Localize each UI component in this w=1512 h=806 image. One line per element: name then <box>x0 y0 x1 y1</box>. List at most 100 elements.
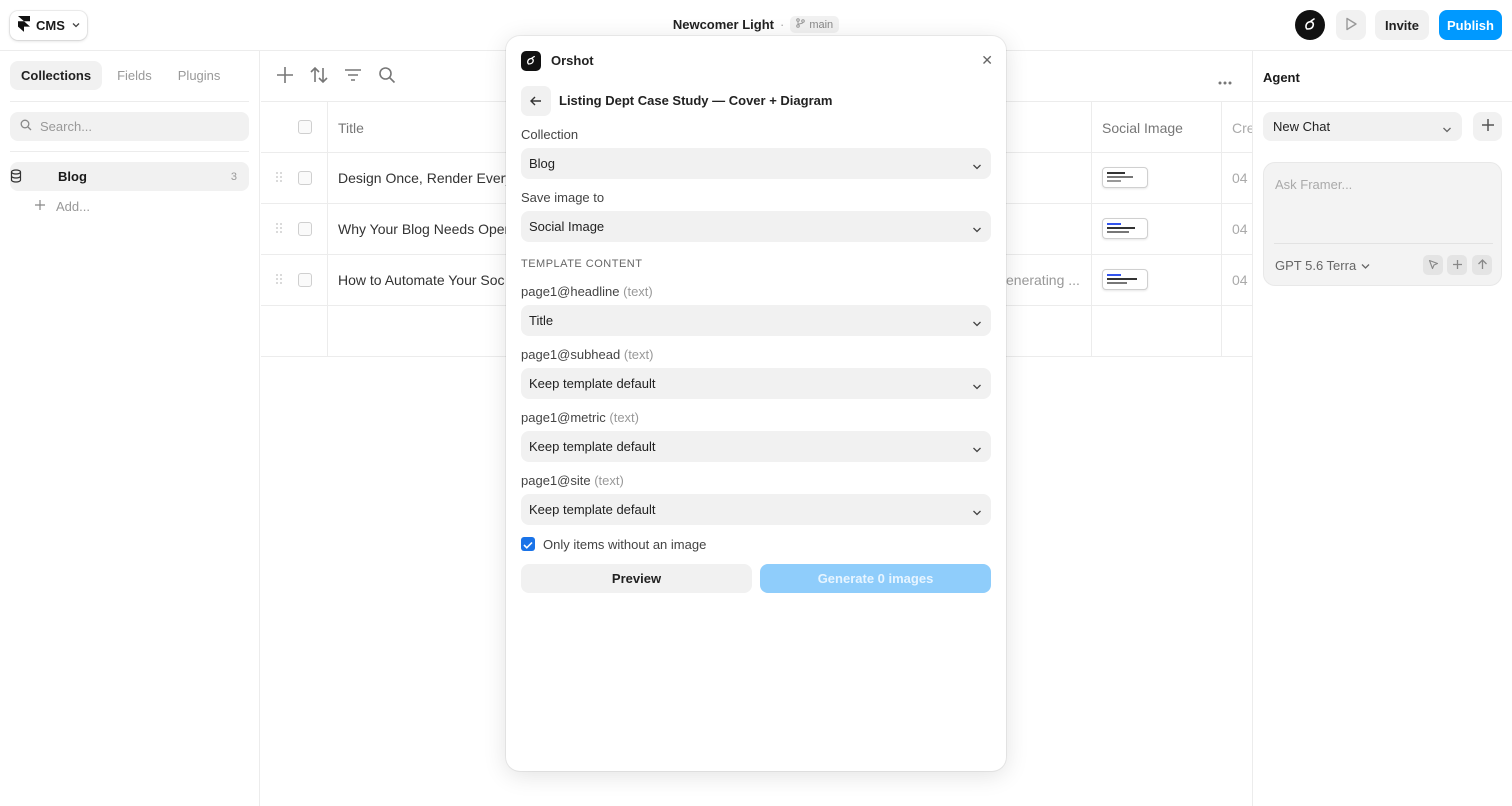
ask-input[interactable]: Ask Framer... GPT 5.6 Terra <box>1263 162 1502 286</box>
template-content-section-title: TEMPLATE CONTENT <box>521 258 643 270</box>
model-name: GPT 5.6 Terra <box>1275 258 1357 273</box>
field-label-metric: page1@metric (text) <box>521 410 639 425</box>
branch-badge[interactable]: main <box>790 16 840 33</box>
tab-plugins[interactable]: Plugins <box>167 61 232 90</box>
branch-name: main <box>809 18 834 31</box>
divider <box>1274 243 1493 244</box>
only-without-image-checkbox[interactable] <box>521 537 535 551</box>
row-checkbox[interactable] <box>298 171 312 185</box>
collection-name: Blog <box>58 169 87 184</box>
row-title[interactable]: Design Once, Render Every <box>338 170 508 186</box>
only-without-image-label[interactable]: Only items without an image <box>543 537 706 552</box>
cursor-tool-button[interactable] <box>1423 255 1443 275</box>
chevron-down-icon <box>972 316 982 331</box>
add-collection-button[interactable]: Add... <box>34 199 90 214</box>
divider <box>1253 101 1512 102</box>
field-label-headline: page1@headline (text) <box>521 284 653 299</box>
row-title[interactable]: Why Your Blog Needs Oper <box>338 221 508 237</box>
orshot-plugin-icon[interactable] <box>1295 10 1325 40</box>
orshot-logo-icon <box>521 51 541 71</box>
chevron-down-icon <box>972 442 982 457</box>
sort-icon[interactable] <box>310 66 328 87</box>
sidebar-tabs: Collections Fields Plugins <box>10 61 231 90</box>
metric-select[interactable]: Keep template default <box>521 431 991 462</box>
more-options-icon[interactable] <box>1218 73 1232 88</box>
chevron-down-icon <box>972 159 982 174</box>
social-image-thumbnail[interactable] <box>1102 167 1148 188</box>
plus-icon <box>34 199 46 214</box>
drag-handle-icon[interactable] <box>276 223 284 235</box>
agent-panel: Agent New Chat Ask Framer... GPT 5.6 Ter… <box>1252 51 1512 806</box>
select-all-checkbox[interactable] <box>298 120 312 134</box>
chevron-down-icon <box>972 222 982 237</box>
generate-images-button[interactable]: Generate 0 images <box>760 564 991 593</box>
arrow-left-icon <box>530 94 542 109</box>
tab-collections[interactable]: Collections <box>10 61 103 90</box>
subhead-select-value: Keep template default <box>529 376 656 391</box>
row-title[interactable]: How to Automate Your Soc <box>338 272 508 288</box>
add-item-icon[interactable] <box>276 66 294 87</box>
search-placeholder: Search... <box>40 119 93 134</box>
field-type-hint: (text) <box>623 284 653 299</box>
column-header-title[interactable]: Title <box>338 120 364 136</box>
site-select[interactable]: Keep template default <box>521 494 991 525</box>
row-status: enerating ... <box>1006 272 1080 288</box>
row-checkbox[interactable] <box>298 222 312 236</box>
back-button[interactable] <box>521 86 551 116</box>
publish-button[interactable]: Publish <box>1439 10 1502 40</box>
social-image-thumbnail[interactable] <box>1102 218 1148 239</box>
field-label-subhead: page1@subhead (text) <box>521 347 653 362</box>
metric-select-value: Keep template default <box>529 439 656 454</box>
subhead-select[interactable]: Keep template default <box>521 368 991 399</box>
document-title[interactable]: Newcomer Light <box>673 17 774 32</box>
site-select-value: Keep template default <box>529 502 656 517</box>
divider <box>10 101 249 102</box>
field-name: page1@subhead <box>521 347 621 362</box>
ask-placeholder: Ask Framer... <box>1275 177 1353 192</box>
collection-item-blog[interactable]: Blog 3 <box>10 162 249 191</box>
filter-icon[interactable] <box>344 66 362 87</box>
chat-select-value: New Chat <box>1273 119 1331 134</box>
pointer-icon <box>1428 258 1439 273</box>
collection-label: Collection <box>521 127 579 142</box>
template-heading: Listing Dept Case Study — Cover + Diagra… <box>559 93 833 108</box>
chevron-down-icon <box>972 505 982 520</box>
chevron-down-icon <box>972 379 982 394</box>
row-checkbox[interactable] <box>298 273 312 287</box>
new-chat-button[interactable] <box>1473 112 1502 141</box>
save-image-select[interactable]: Social Image <box>521 211 991 242</box>
column-header-social-image[interactable]: Social Image <box>1102 120 1183 136</box>
preview-button[interactable]: Preview <box>521 564 752 593</box>
drag-handle-icon[interactable] <box>276 172 284 184</box>
close-icon[interactable]: ✕ <box>981 52 993 69</box>
drag-handle-icon[interactable] <box>276 274 284 286</box>
row-created: 04 <box>1232 170 1248 186</box>
chat-select[interactable]: New Chat <box>1263 112 1462 141</box>
attach-button[interactable] <box>1447 255 1467 275</box>
column-header-created[interactable]: Cre <box>1232 120 1252 136</box>
model-select[interactable]: GPT 5.6 Terra <box>1275 258 1370 273</box>
search-icon[interactable] <box>378 66 396 87</box>
field-label-site: page1@site (text) <box>521 473 624 488</box>
plus-icon <box>1481 118 1495 135</box>
collection-select-value: Blog <box>529 156 556 171</box>
play-icon <box>1345 17 1357 34</box>
collection-select[interactable]: Blog <box>521 148 991 179</box>
invite-button[interactable]: Invite <box>1375 10 1429 40</box>
plugin-name: Orshot <box>551 53 594 68</box>
headline-select[interactable]: Title <box>521 305 991 336</box>
title-separator: · <box>779 17 785 32</box>
plus-icon <box>1452 258 1463 273</box>
save-image-label: Save image to <box>521 190 605 205</box>
preview-play-button[interactable] <box>1336 10 1366 40</box>
add-label: Add... <box>56 199 90 214</box>
social-image-thumbnail[interactable] <box>1102 269 1148 290</box>
divider <box>10 151 249 152</box>
left-sidebar: Collections Fields Plugins Search... Blo… <box>0 51 260 806</box>
tab-fields[interactable]: Fields <box>106 61 163 90</box>
save-image-select-value: Social Image <box>529 219 605 234</box>
search-input[interactable]: Search... <box>10 112 249 141</box>
field-type-hint: (text) <box>594 473 624 488</box>
field-name: page1@site <box>521 473 591 488</box>
send-button[interactable] <box>1472 255 1492 275</box>
